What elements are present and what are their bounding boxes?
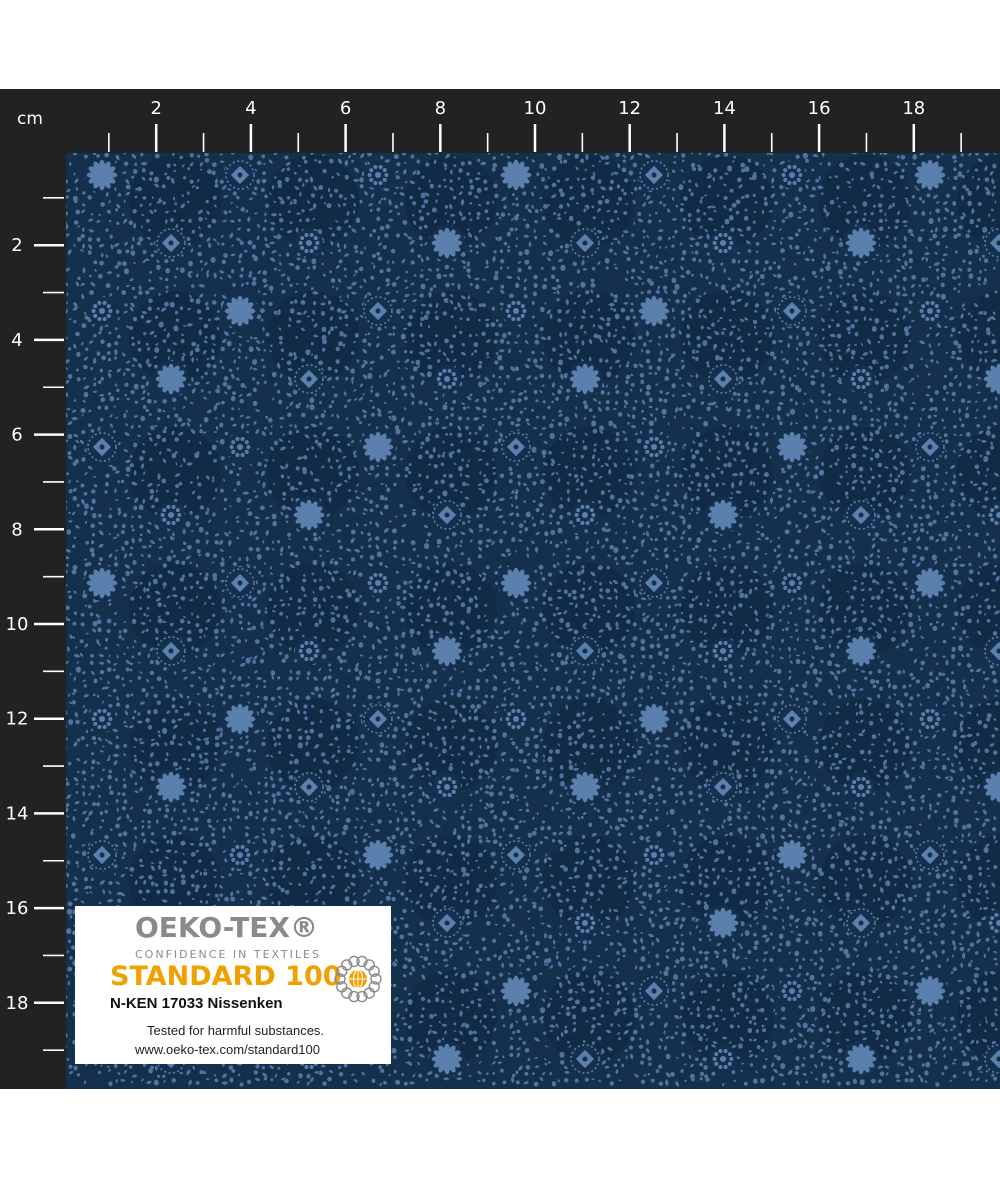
ruler-top-label: 2 (150, 98, 161, 119)
oeko-tex-certification-label: OEKO-TEX® CONFIDENCE IN TEXTILES STANDAR… (75, 906, 391, 1064)
ruler-left-label: 16 (6, 898, 29, 919)
ruler-top-label: 16 (808, 98, 831, 119)
label-certificate-number: N-KEN 17033 Nissenken (110, 995, 283, 1012)
ruler-top-label: 4 (245, 98, 256, 119)
ruler-top-label: 8 (435, 98, 446, 119)
ruler-left-label: 4 (11, 330, 22, 351)
ruler-unit-label: cm (17, 109, 43, 129)
oeko-tex-flower-globe-icon (331, 952, 385, 1006)
ruler-top-label: 18 (902, 98, 925, 119)
ruler-top-label: 12 (618, 98, 641, 119)
ruler-top-label: 10 (524, 98, 547, 119)
ruler-left-label: 6 (11, 425, 22, 446)
ruler-top-label: 6 (340, 98, 351, 119)
label-tested-text: Tested for harmful substances. (147, 1023, 324, 1038)
ruler-left-label: 8 (11, 519, 22, 540)
label-tagline: CONFIDENCE IN TEXTILES (135, 948, 321, 961)
ruler-left-label: 10 (6, 614, 29, 635)
ruler-left-label: 2 (11, 235, 22, 256)
product-image: cm 2 4 6 8 10 12 14 16 18 2 4 6 8 10 12 14 16 18 OEKO-TE… (0, 0, 1000, 1178)
ruler-left-label: 14 (6, 803, 29, 824)
ruler-top-label: 14 (713, 98, 736, 119)
ruler-left-label: 18 (6, 993, 29, 1014)
label-brand: OEKO-TEX® (135, 911, 318, 944)
ruler-left-label: 12 (6, 709, 29, 730)
label-url: www.oeko-tex.com/standard100 (135, 1042, 320, 1057)
label-standard: STANDARD 100 (110, 961, 342, 992)
